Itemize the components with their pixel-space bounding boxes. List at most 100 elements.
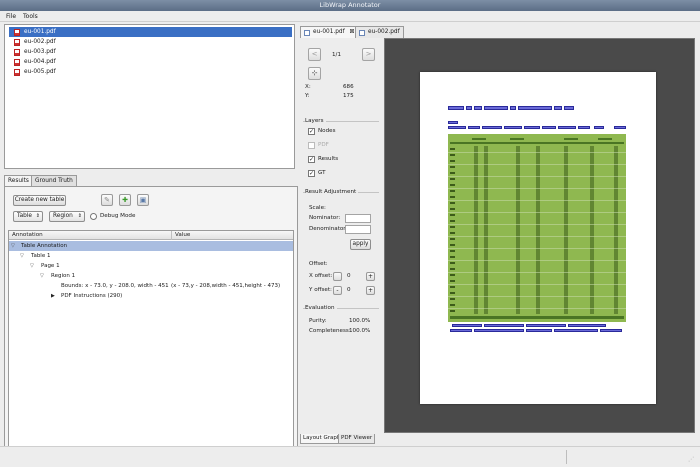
- text-node: [450, 329, 472, 332]
- pdf-checkbox[interactable]: [308, 142, 315, 149]
- file-item-eu-005[interactable]: eu-005.pdf: [9, 67, 292, 77]
- previous-page-button[interactable]: <: [308, 48, 321, 61]
- file-item-eu-004[interactable]: eu-004.pdf: [9, 57, 292, 67]
- y-offset-value[interactable]: 0: [347, 287, 351, 294]
- text-node: [474, 329, 524, 332]
- text-node: [614, 126, 626, 129]
- text-node: [484, 106, 508, 110]
- document-icon: [304, 30, 310, 36]
- document-tab-bar: eu-001.pdf ⊠ eu-002.pdf: [300, 26, 695, 38]
- text-node: [448, 121, 458, 124]
- menu-tools[interactable]: Tools: [23, 11, 38, 22]
- text-node: [468, 126, 480, 129]
- triangle-right-icon[interactable]: ▶: [51, 291, 55, 301]
- x-offset-increment-button[interactable]: +: [366, 272, 375, 281]
- x-offset-label: X offset:: [309, 273, 333, 279]
- document-icon: [359, 30, 365, 36]
- debug-mode-label: Debug Mode: [100, 213, 136, 219]
- text-node: [448, 106, 464, 110]
- text-node: [554, 329, 598, 332]
- tab-eu-002[interactable]: eu-002.pdf: [355, 26, 404, 38]
- file-name: eu-004.pdf: [24, 59, 56, 65]
- results-checkbox[interactable]: ✓: [308, 156, 315, 163]
- text-node: [526, 329, 552, 332]
- status-divider: [566, 450, 567, 464]
- chevron-updown-icon: ⇕: [77, 213, 82, 219]
- y-offset-increment-button[interactable]: +: [366, 286, 375, 295]
- annotation-tree[interactable]: Annotation Value ▽ Table Annotation ▽ Ta…: [8, 230, 294, 459]
- purity-label: Purity:: [309, 318, 327, 324]
- tab-label: eu-001.pdf: [313, 29, 345, 35]
- pdf-file-icon: [14, 38, 20, 46]
- chevron-updown-icon: ⇕: [35, 213, 40, 219]
- scale-label: Scale:: [309, 205, 326, 211]
- level-select[interactable]: Region ⇕: [49, 211, 85, 222]
- triangle-down-icon[interactable]: ▽: [11, 241, 15, 251]
- tab-label: eu-002.pdf: [368, 29, 400, 35]
- gt-checkbox[interactable]: ✓: [308, 170, 315, 177]
- tab-eu-001[interactable]: eu-001.pdf ⊠: [300, 26, 359, 38]
- text-node: [526, 324, 566, 327]
- denominator-input[interactable]: [345, 225, 371, 234]
- next-page-button[interactable]: >: [362, 48, 375, 61]
- save-icon[interactable]: ▣: [137, 194, 149, 206]
- y-offset-decrement-button[interactable]: -: [333, 286, 342, 295]
- evaluation-title: Evaluation: [305, 305, 337, 312]
- file-name: eu-001.pdf: [24, 29, 56, 35]
- tab-layout-graph[interactable]: Layout Graph: [300, 434, 344, 444]
- column-value[interactable]: Value: [171, 231, 190, 240]
- apply-button[interactable]: apply: [350, 239, 371, 250]
- text-node: [504, 126, 522, 129]
- file-name: eu-002.pdf: [24, 39, 56, 45]
- x-coord-label: X:: [305, 84, 311, 90]
- tree-row-label: Table Annotation: [21, 243, 68, 249]
- x-coord-value: 686: [343, 84, 354, 90]
- triangle-down-icon[interactable]: ▽: [30, 261, 34, 271]
- close-icon[interactable]: ⊠: [349, 29, 354, 35]
- text-node: [466, 106, 472, 110]
- tab-pdf-viewer[interactable]: PDF Viewer: [338, 434, 376, 444]
- control-panel: < 1/1 > ⊹ X: 686 Y: 175 Layers ✓ Nodes P…: [300, 38, 382, 433]
- tree-row[interactable]: ▽ Region 1: [9, 271, 293, 281]
- page-indicator: 1/1: [332, 52, 342, 58]
- resize-grip-icon[interactable]: ⋰: [688, 456, 694, 463]
- file-item-eu-001[interactable]: eu-001.pdf: [9, 27, 292, 37]
- menu-file[interactable]: File: [6, 11, 16, 22]
- status-bar: ⋰: [0, 446, 700, 467]
- crosshair-icon[interactable]: ⊹: [308, 67, 321, 80]
- tree-row[interactable]: ▽ Table Annotation: [9, 241, 293, 251]
- triangle-down-icon[interactable]: ▽: [40, 271, 44, 281]
- triangle-down-icon[interactable]: ▽: [20, 251, 24, 261]
- file-name: eu-005.pdf: [24, 69, 56, 75]
- text-node: [524, 126, 540, 129]
- add-icon[interactable]: ✚: [119, 194, 131, 206]
- tree-row[interactable]: ▽ Table 1: [9, 251, 293, 261]
- text-node: [482, 126, 502, 129]
- file-item-eu-002[interactable]: eu-002.pdf: [9, 37, 292, 47]
- gt-label: GT: [318, 170, 326, 176]
- tree-row[interactable]: Bounds: x - 73.0, y - 208.0, width - 451…: [9, 281, 293, 291]
- column-annotation[interactable]: Annotation: [12, 231, 43, 240]
- text-node: [554, 106, 562, 110]
- x-offset-decrement-button[interactable]: [333, 272, 342, 281]
- text-node: [594, 126, 604, 129]
- debug-mode-radio[interactable]: [90, 213, 97, 220]
- pdf-file-icon: [14, 48, 20, 56]
- tab-results[interactable]: Results: [4, 175, 33, 186]
- nodes-checkbox[interactable]: ✓: [308, 128, 315, 135]
- create-table-button[interactable]: Create new table: [13, 195, 66, 206]
- type-select-value: Table: [17, 213, 32, 219]
- tree-row-label: PDF Instructions (290): [61, 293, 123, 299]
- x-offset-value[interactable]: 0: [347, 273, 351, 280]
- tab-ground-truth[interactable]: Ground Truth: [31, 175, 77, 186]
- offset-label: Offset:: [309, 261, 328, 267]
- completeness-label: Completeness:: [309, 328, 351, 334]
- file-list[interactable]: eu-001.pdf eu-002.pdf eu-003.pdf eu-004.…: [4, 24, 295, 169]
- tree-row-label: Bounds: x - 73.0, y - 208.0, width - 451…: [61, 283, 169, 289]
- tree-row[interactable]: ▶ PDF Instructions (290): [9, 291, 293, 301]
- pencil-icon[interactable]: ✎: [101, 194, 113, 206]
- file-item-eu-003[interactable]: eu-003.pdf: [9, 47, 292, 57]
- type-select[interactable]: Table ⇕: [13, 211, 43, 222]
- tree-row[interactable]: ▽ Page 1: [9, 261, 293, 271]
- nominator-input[interactable]: [345, 214, 371, 223]
